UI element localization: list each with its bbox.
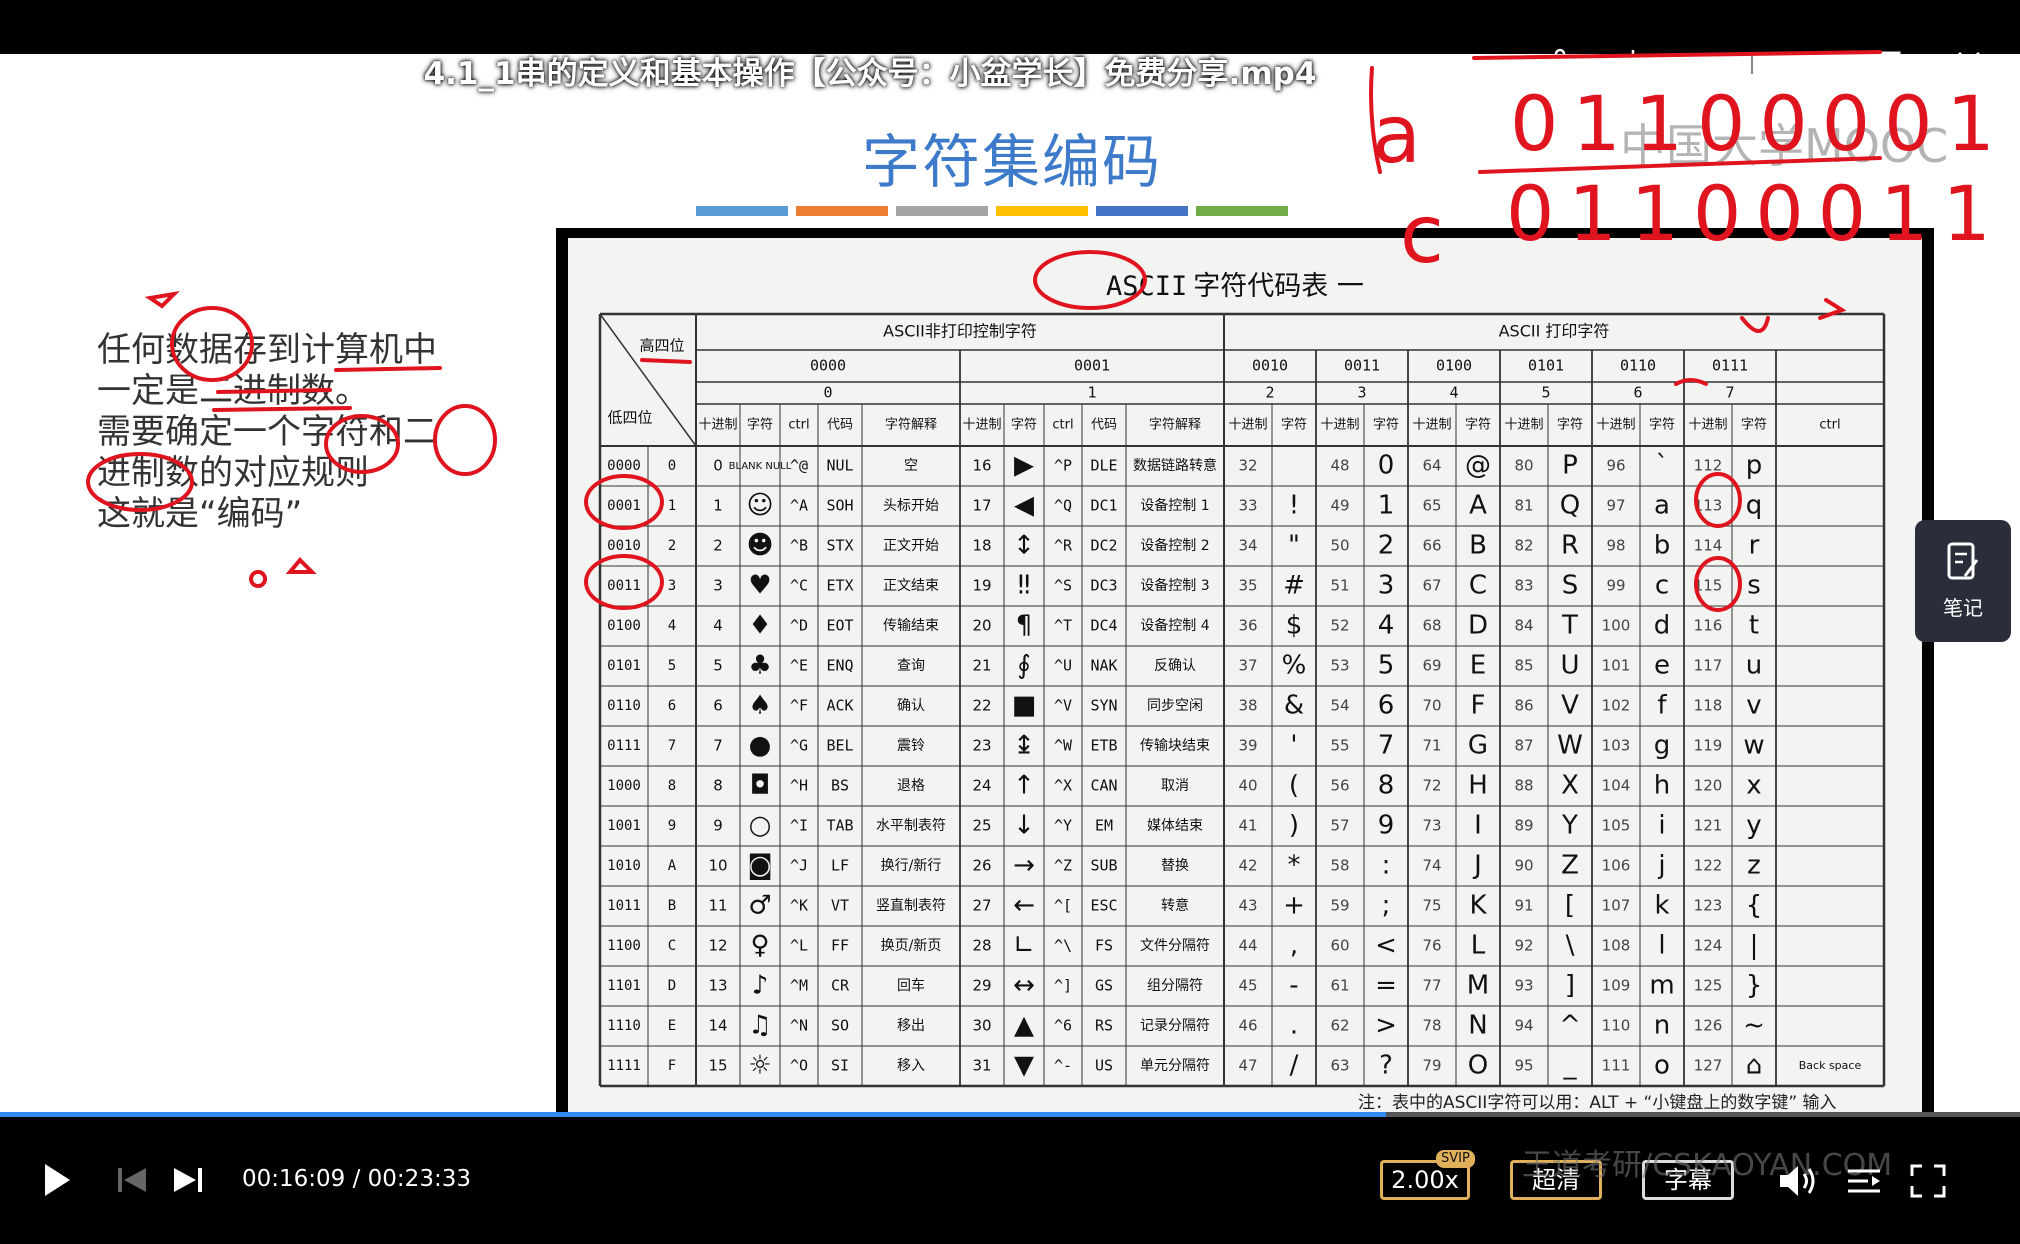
time-display: 00:16:09 / 00:23:33 <box>242 1166 471 1192</box>
annotation-a-binary: 01100001 <box>1510 79 2009 168</box>
annotation-c-label: c <box>1400 188 1444 281</box>
brand-watermark: 王道考研/CSKAOYAN.COM <box>1522 1148 1893 1183</box>
note-edit-icon <box>1947 542 1979 580</box>
svip-badge: SVIP <box>1436 1150 1475 1168</box>
annotation-c-binary: 01100011 <box>1506 169 2005 258</box>
next-icon[interactable] <box>172 1166 204 1198</box>
volume-icon[interactable] <box>1778 1164 1820 1202</box>
notes-panel[interactable]: 笔记 <box>1915 520 2011 642</box>
fullscreen-icon[interactable] <box>1910 1164 1946 1202</box>
notes-label: 笔记 <box>1943 596 1983 620</box>
progress-fill <box>0 1112 1386 1117</box>
previous-icon[interactable] <box>116 1166 148 1198</box>
playlist-icon[interactable] <box>1846 1166 1882 1200</box>
handwritten-annotations: a 01100001 c 01100011 <box>86 50 2009 612</box>
annotation-a-label: a <box>1372 88 1421 181</box>
play-icon[interactable] <box>42 1162 72 1202</box>
